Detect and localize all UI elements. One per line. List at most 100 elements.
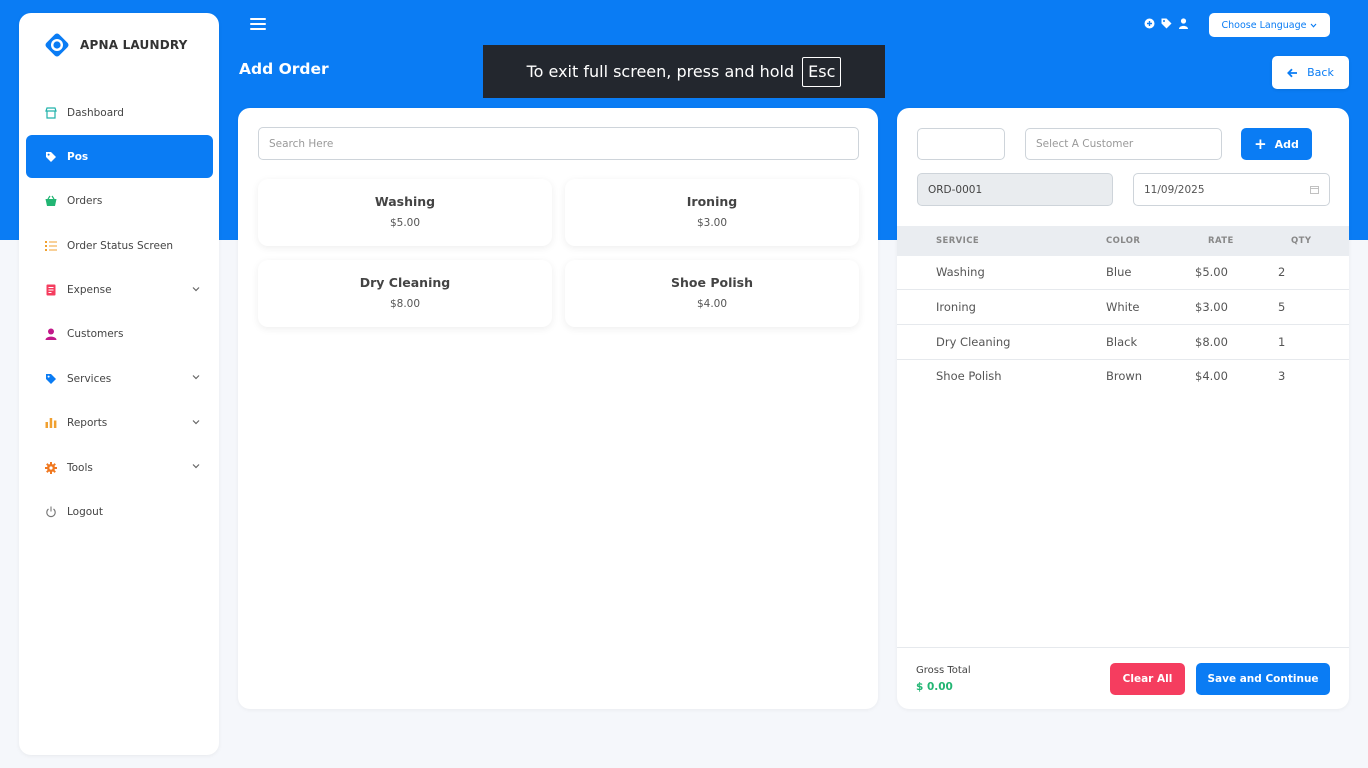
choose-language-label: Choose Language xyxy=(1221,19,1307,31)
sidebar-item-label: Logout xyxy=(67,506,103,519)
calendar-icon xyxy=(1310,186,1319,194)
receipt-icon xyxy=(45,284,57,296)
service-card-shoe-polish[interactable]: Shoe Polish $4.00 xyxy=(565,260,859,327)
gross-total-value: $ 0.00 xyxy=(916,681,953,693)
customer-code-input[interactable] xyxy=(917,128,1005,160)
sidebar-item-label: Expense xyxy=(67,284,112,297)
sidebar-item-label: Dashboard xyxy=(67,106,124,119)
chevron-down-icon xyxy=(192,375,200,380)
column-service: SERVICE xyxy=(936,236,980,246)
sidebar-nav: Dashboard Pos Orders Order Status Screen… xyxy=(26,91,213,535)
service-price: $5.00 xyxy=(389,217,421,229)
menu-toggle-icon[interactable] xyxy=(250,18,266,31)
clear-all-button[interactable]: Clear All xyxy=(1110,663,1185,695)
plus-circle-icon[interactable] xyxy=(1144,18,1155,29)
order-panel: Select A Customer + Add ORD-0001 11/09/2… xyxy=(897,108,1349,709)
sidebar-item-reports[interactable]: Reports xyxy=(26,402,213,445)
sidebar-item-logout[interactable]: Logout xyxy=(26,491,213,534)
chevron-down-icon xyxy=(192,286,200,291)
service-card-dry-cleaning[interactable]: Dry Cleaning $8.00 xyxy=(258,260,552,327)
row-rate: $5.00 xyxy=(1195,265,1228,279)
sidebar-item-dashboard[interactable]: Dashboard xyxy=(26,91,213,134)
table-row[interactable]: Ironing White $3.00 5 xyxy=(897,291,1349,325)
chevron-down-icon xyxy=(192,419,200,425)
row-color: White xyxy=(1106,300,1140,314)
sidebar-item-label: Pos xyxy=(67,150,89,163)
sidebar-item-customers[interactable]: Customers xyxy=(26,313,213,356)
shop-icon xyxy=(45,106,57,119)
service-price: $4.00 xyxy=(696,298,728,310)
row-service: Washing xyxy=(936,265,985,279)
sidebar-item-label: Orders xyxy=(67,195,103,208)
sidebar-item-expense[interactable]: Expense xyxy=(26,269,213,312)
service-price: $8.00 xyxy=(389,298,421,310)
table-row[interactable]: Washing Blue $5.00 2 xyxy=(897,256,1349,290)
sidebar-item-pos[interactable]: Pos xyxy=(26,135,213,179)
row-service: Dry Cleaning xyxy=(936,335,1011,349)
row-color: Black xyxy=(1106,335,1138,349)
service-name: Washing xyxy=(374,194,436,209)
sidebar-item-label: Order Status Screen xyxy=(67,239,174,252)
table-row[interactable]: Dry Cleaning Black $8.00 1 xyxy=(897,326,1349,360)
tag-icon[interactable] xyxy=(1161,18,1172,29)
row-qty: 5 xyxy=(1278,300,1286,314)
service-card-washing[interactable]: Washing $5.00 xyxy=(258,179,552,246)
gross-total-label: Gross Total xyxy=(916,665,971,676)
sidebar-item-tools[interactable]: Tools xyxy=(26,446,213,489)
fullscreen-banner-text: To exit full screen, press and hold xyxy=(526,62,795,81)
tag-icon xyxy=(45,373,57,385)
row-color: Brown xyxy=(1106,369,1143,383)
gear-icon xyxy=(45,461,57,474)
column-color: COLOR xyxy=(1106,236,1141,246)
order-table-header: SERVICE COLOR RATE QTY xyxy=(897,226,1349,256)
header-icons xyxy=(1144,18,1189,29)
arrow-left-icon xyxy=(1287,68,1298,77)
row-service: Ironing xyxy=(936,300,976,314)
row-qty: 1 xyxy=(1278,335,1286,349)
order-date: 11/09/2025 xyxy=(1144,183,1205,196)
user-icon xyxy=(45,328,57,341)
row-rate: $4.00 xyxy=(1195,369,1228,383)
sidebar-item-label: Services xyxy=(67,372,112,385)
service-price: $3.00 xyxy=(696,217,728,229)
bar-chart-icon xyxy=(45,417,57,429)
table-row[interactable]: Shoe Polish Brown $4.00 3 xyxy=(897,360,1349,394)
basket-icon xyxy=(45,195,57,207)
service-name: Ironing xyxy=(686,194,738,209)
sidebar-item-label: Tools xyxy=(67,461,93,474)
brand-name: APNA LAUNDRY xyxy=(80,38,188,52)
back-button[interactable]: Back xyxy=(1272,56,1349,89)
list-icon xyxy=(45,240,57,252)
row-rate: $8.00 xyxy=(1195,335,1228,349)
brand[interactable]: APNA LAUNDRY xyxy=(44,32,188,58)
add-customer-button[interactable]: + Add xyxy=(1241,128,1312,160)
search-input[interactable] xyxy=(258,127,859,160)
row-service: Shoe Polish xyxy=(936,369,1002,383)
user-icon[interactable] xyxy=(1178,18,1189,29)
chevron-down-icon xyxy=(192,464,200,469)
sidebar-item-services[interactable]: Services xyxy=(26,357,213,400)
row-color: Blue xyxy=(1106,265,1132,279)
column-qty: QTY xyxy=(1291,236,1312,246)
page-title: Add Order xyxy=(239,60,329,78)
select-customer-dropdown[interactable]: Select A Customer xyxy=(1025,128,1222,160)
back-label: Back xyxy=(1307,66,1334,79)
save-and-continue-button[interactable]: Save and Continue xyxy=(1196,663,1330,695)
service-card-ironing[interactable]: Ironing $3.00 xyxy=(565,179,859,246)
sidebar-item-order-status-screen[interactable]: Order Status Screen xyxy=(26,224,213,267)
footer-divider xyxy=(897,647,1349,648)
row-qty: 3 xyxy=(1278,369,1286,383)
column-rate: RATE xyxy=(1208,236,1234,246)
power-icon xyxy=(45,506,57,518)
laundry-logo-icon xyxy=(45,33,69,57)
order-date-input[interactable]: 11/09/2025 xyxy=(1133,173,1330,206)
fullscreen-exit-banner: To exit full screen, press and hold Esc xyxy=(483,45,885,98)
row-qty: 2 xyxy=(1278,265,1286,279)
choose-language-dropdown[interactable]: Choose Language xyxy=(1209,13,1330,37)
row-rate: $3.00 xyxy=(1195,300,1228,314)
sidebar-item-orders[interactable]: Orders xyxy=(26,180,213,223)
service-picker-panel: Washing $5.00 Ironing $3.00 Dry Cleaning… xyxy=(238,108,878,709)
order-number: ORD-0001 xyxy=(928,183,983,196)
plus-icon: + xyxy=(1254,134,1267,153)
service-name: Dry Cleaning xyxy=(359,275,451,290)
